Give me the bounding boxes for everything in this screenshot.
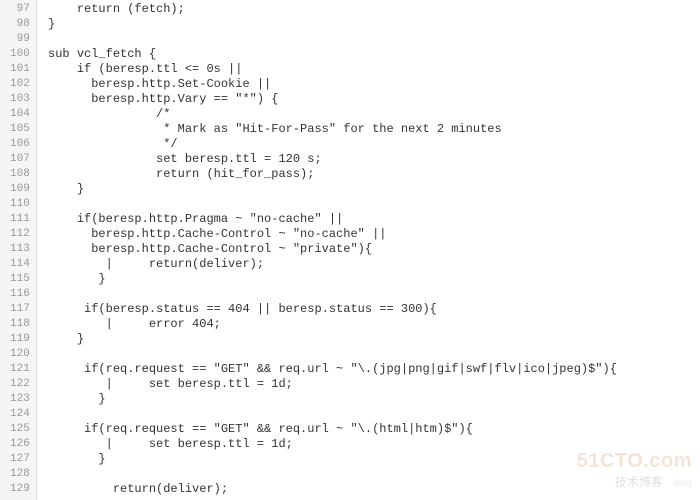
line-number: 117 (10, 302, 30, 317)
code-line: if(req.request == "GET" && req.url ~ "\.… (41, 362, 700, 377)
line-number: 103 (10, 92, 30, 107)
line-number: 98 (10, 17, 30, 32)
code-line: } (41, 17, 700, 32)
line-number: 116 (10, 287, 30, 302)
line-number: 113 (10, 242, 30, 257)
line-number: 109 (10, 182, 30, 197)
code-line: if(req.request == "GET" && req.url ~ "\.… (41, 422, 700, 437)
line-number: 112 (10, 227, 30, 242)
line-number: 110 (10, 197, 30, 212)
line-number: 105 (10, 122, 30, 137)
code-line: * Mark as "Hit-For-Pass" for the next 2 … (41, 122, 700, 137)
line-number: 101 (10, 62, 30, 77)
code-line (41, 32, 700, 47)
line-number-gutter: 9798991001011021031041051061071081091101… (0, 0, 37, 500)
line-number: 125 (10, 422, 30, 437)
line-number: 108 (10, 167, 30, 182)
code-line: beresp.http.Cache-Control ~ "no-cache" |… (41, 227, 700, 242)
line-number: 120 (10, 347, 30, 362)
code-line: return (hit_for_pass); (41, 167, 700, 182)
code-line: } (41, 332, 700, 347)
code-line: } (41, 392, 700, 407)
code-line (41, 197, 700, 212)
line-number: 127 (10, 452, 30, 467)
code-line: } (41, 452, 700, 467)
code-line: */ (41, 137, 700, 152)
code-line: } (41, 182, 700, 197)
code-line: | set beresp.ttl = 1d; (41, 437, 700, 452)
code-line: if(beresp.http.Pragma ~ "no-cache" || (41, 212, 700, 227)
code-line: return(deliver); (41, 482, 700, 497)
code-line: | set beresp.ttl = 1d; (41, 377, 700, 392)
line-number: 104 (10, 107, 30, 122)
line-number: 128 (10, 467, 30, 482)
line-number: 123 (10, 392, 30, 407)
line-number: 106 (10, 137, 30, 152)
code-line (41, 467, 700, 482)
line-number: 124 (10, 407, 30, 422)
code-line: if (beresp.ttl <= 0s || (41, 62, 700, 77)
code-line: return (fetch); (41, 2, 700, 17)
code-line: /* (41, 107, 700, 122)
line-number: 107 (10, 152, 30, 167)
code-line: sub vcl_fetch { (41, 47, 700, 62)
code-line: beresp.http.Vary == "*") { (41, 92, 700, 107)
line-number: 111 (10, 212, 30, 227)
code-line (41, 347, 700, 362)
line-number: 97 (10, 2, 30, 17)
code-line: | error 404; (41, 317, 700, 332)
line-number: 126 (10, 437, 30, 452)
code-container: 9798991001011021031041051061071081091101… (0, 0, 700, 500)
code-line: } (41, 272, 700, 287)
line-number: 119 (10, 332, 30, 347)
code-line (41, 287, 700, 302)
line-number: 122 (10, 377, 30, 392)
code-line: beresp.http.Cache-Control ~ "private"){ (41, 242, 700, 257)
line-number: 114 (10, 257, 30, 272)
line-number: 102 (10, 77, 30, 92)
line-number: 100 (10, 47, 30, 62)
line-number: 129 (10, 482, 30, 497)
line-number: 115 (10, 272, 30, 287)
code-line: set beresp.ttl = 120 s; (41, 152, 700, 167)
line-number: 99 (10, 32, 30, 47)
code-line: beresp.http.Set-Cookie || (41, 77, 700, 92)
code-line: | return(deliver); (41, 257, 700, 272)
line-number: 118 (10, 317, 30, 332)
code-line (41, 407, 700, 422)
code-content: return (fetch); } sub vcl_fetch { if (be… (37, 0, 700, 500)
line-number: 121 (10, 362, 30, 377)
code-line: if(beresp.status == 404 || beresp.status… (41, 302, 700, 317)
